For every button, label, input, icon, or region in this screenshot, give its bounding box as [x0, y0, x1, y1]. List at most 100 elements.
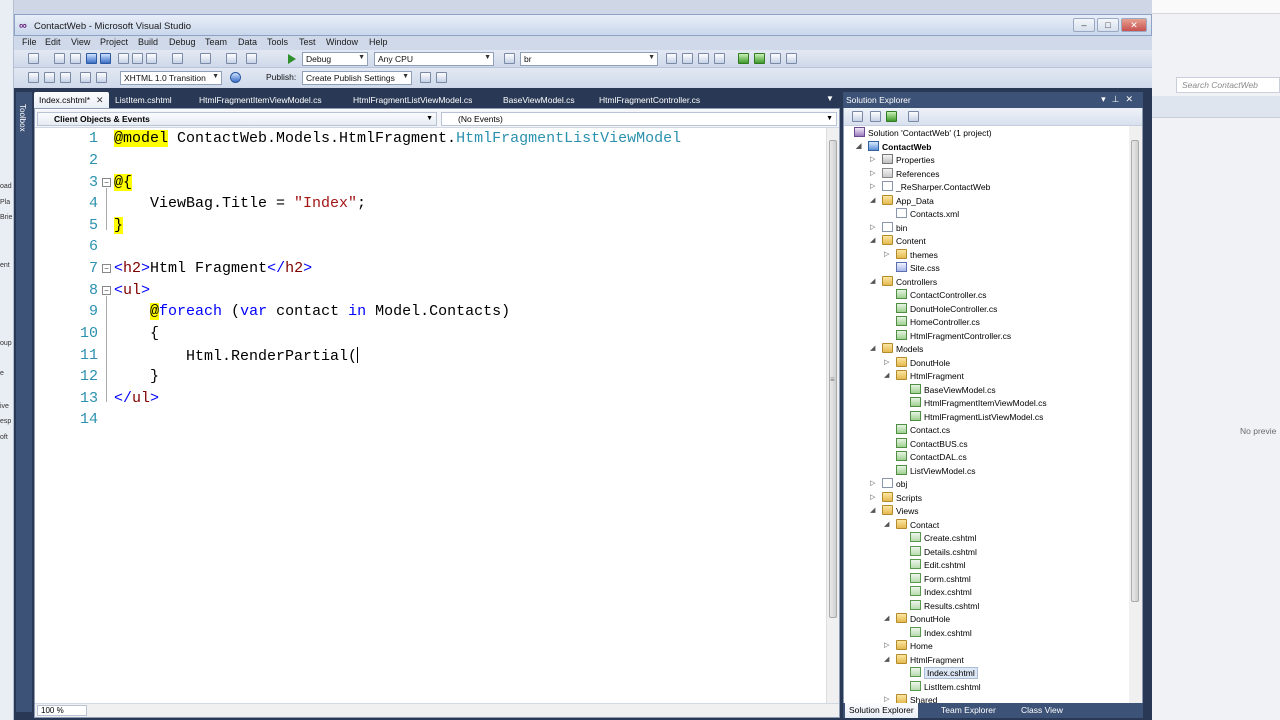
undo-icon[interactable]: [172, 53, 183, 64]
tree-node-file[interactable]: Contact.cs: [896, 424, 950, 437]
tree-node-app-data[interactable]: ◢ App_Data: [870, 195, 934, 208]
publish-web-icon[interactable]: [420, 72, 431, 83]
output-window-icon[interactable]: [786, 53, 797, 64]
menu-build[interactable]: Build: [138, 37, 158, 47]
tree-node-file[interactable]: Edit.cshtml: [910, 559, 966, 572]
redo-icon[interactable]: [200, 53, 211, 64]
menu-team[interactable]: Team: [205, 37, 227, 47]
collapse-arrow-icon[interactable]: ◢: [870, 344, 875, 352]
save-all-icon[interactable]: [100, 53, 111, 64]
tab-htmlfragmentitemviewmodel[interactable]: HtmlFragmentItemViewModel.cs: [194, 92, 327, 108]
menu-project[interactable]: Project: [100, 37, 128, 47]
tree-node-home[interactable]: ▷ Home: [884, 640, 933, 653]
cut-icon[interactable]: [118, 53, 129, 64]
expand-arrow-icon[interactable]: ▷: [870, 155, 875, 163]
client-objects-select[interactable]: Client Objects & Events ▼: [37, 112, 437, 126]
tree-node-donuthole[interactable]: ▷ DonutHole: [884, 357, 950, 370]
target-schema-select[interactable]: XHTML 1.0 Transition ▼: [120, 71, 222, 85]
collapse-arrow-icon[interactable]: ◢: [884, 614, 889, 622]
tree-node-file[interactable]: HtmlFragmentListViewModel.cs: [910, 411, 1043, 424]
uncomment-icon[interactable]: [96, 72, 107, 83]
tab-baseviewmodel[interactable]: BaseViewModel.cs: [498, 92, 580, 108]
solution-platform-select[interactable]: Any CPU ▼: [374, 52, 494, 66]
indent-icon[interactable]: [28, 72, 39, 83]
tree-node-file[interactable]: ListItem.cshtml: [910, 681, 981, 694]
collapse-arrow-icon[interactable]: ◢: [884, 655, 889, 663]
minimize-button[interactable]: –: [1073, 18, 1095, 32]
tab-htmlfragmentlistviewmodel[interactable]: HtmlFragmentListViewModel.cs: [348, 92, 477, 108]
menu-debug[interactable]: Debug: [169, 37, 196, 47]
collapse-region-icon[interactable]: −: [102, 264, 111, 273]
tree-node-file[interactable]: BaseViewModel.cs: [910, 384, 996, 397]
tree-node-content[interactable]: ◢ Content: [870, 235, 926, 248]
collapse-arrow-icon[interactable]: ◢: [870, 506, 875, 514]
tree-node-controllers[interactable]: ◢ Controllers: [870, 276, 937, 289]
check-accessibility-icon[interactable]: [230, 72, 241, 83]
tree-node-file[interactable]: Form.cshtml: [910, 573, 971, 586]
collapse-region-icon[interactable]: −: [102, 178, 111, 187]
collapse-arrow-icon[interactable]: ◢: [884, 371, 889, 379]
tab-index-cshtml[interactable]: Index.cshtml* ✕: [34, 92, 109, 108]
tree-node-file[interactable]: DonutHoleController.cs: [896, 303, 997, 316]
toolbox-icon[interactable]: [714, 53, 725, 64]
outdent-icon[interactable]: [44, 72, 55, 83]
tree-node-file[interactable]: ContactBUS.cs: [896, 438, 968, 451]
expand-arrow-icon[interactable]: ▷: [884, 358, 889, 366]
menu-file[interactable]: File: [22, 37, 37, 47]
menu-help[interactable]: Help: [369, 37, 388, 47]
menu-tools[interactable]: Tools: [267, 37, 288, 47]
close-button[interactable]: ✕: [1121, 18, 1147, 32]
tree-node-contact[interactable]: ◢ Contact: [884, 519, 939, 532]
expand-arrow-icon[interactable]: ▷: [870, 479, 875, 487]
tree-node-themes[interactable]: ▷ themes: [884, 249, 938, 262]
menu-window[interactable]: Window: [326, 37, 358, 47]
comment-icon[interactable]: [80, 72, 91, 83]
properties-icon[interactable]: [852, 111, 863, 122]
solution-explorer-scrollbar[interactable]: [1129, 126, 1142, 703]
tree-node-project[interactable]: ◢ ContactWeb: [856, 141, 931, 154]
tab-class-view[interactable]: Class View: [1017, 703, 1067, 718]
tree-node-shared[interactable]: ▷ Shared: [884, 694, 937, 703]
background-search-input[interactable]: Search ContactWeb: [1176, 77, 1280, 93]
menu-view[interactable]: View: [71, 37, 90, 47]
show-all-files-icon[interactable]: [870, 111, 881, 122]
tree-node-donuthole-views[interactable]: ◢ DonutHole: [884, 613, 950, 626]
tree-node-properties[interactable]: ▷ Properties: [870, 154, 935, 167]
tree-node-obj[interactable]: ▷ obj: [870, 478, 907, 491]
tree-node-file[interactable]: Details.cshtml: [910, 546, 977, 559]
tab-listitem-cshtml[interactable]: ListItem.cshtml: [110, 92, 177, 108]
tree-node-file-selected[interactable]: Index.cshtml: [910, 667, 978, 680]
tab-solution-explorer[interactable]: Solution Explorer: [845, 703, 918, 718]
properties-window-icon[interactable]: [682, 53, 693, 64]
events-select[interactable]: (No Events) ▼: [441, 112, 837, 126]
zoom-select[interactable]: 100 %: [37, 705, 87, 716]
code-text-area[interactable]: [50, 128, 826, 703]
collapse-arrow-icon[interactable]: ◢: [856, 142, 861, 150]
collapse-arrow-icon[interactable]: ◢: [884, 520, 889, 528]
tab-htmlfragmentcontroller[interactable]: HtmlFragmentController.cs: [594, 92, 705, 108]
menu-edit[interactable]: Edit: [45, 37, 61, 47]
tree-node-resharper[interactable]: ▷ _ReSharper.ContactWeb: [870, 181, 990, 194]
panel-controls[interactable]: ▾⊥✕: [1101, 94, 1139, 105]
find-in-files-icon[interactable]: [504, 53, 515, 64]
solution-configuration-select[interactable]: Debug ▼: [302, 52, 368, 66]
tree-node-file[interactable]: HtmlFragmentController.cs: [896, 330, 1011, 343]
object-browser-icon[interactable]: [698, 53, 709, 64]
new-project-icon[interactable]: [28, 53, 39, 64]
paste-icon[interactable]: [146, 53, 157, 64]
collapse-arrow-icon[interactable]: ◢: [870, 277, 875, 285]
tree-node-file[interactable]: Index.cshtml: [910, 586, 972, 599]
tree-node-htmlfragment-views[interactable]: ◢ HtmlFragment: [884, 654, 964, 667]
publish-options-icon[interactable]: [436, 72, 447, 83]
tree-node-views[interactable]: ◢ Views: [870, 505, 919, 518]
add-item-icon[interactable]: [54, 53, 65, 64]
tree-node-file[interactable]: HtmlFragmentItemViewModel.cs: [910, 397, 1047, 410]
navigate-forward-icon[interactable]: [246, 53, 257, 64]
start-debugging-icon[interactable]: [288, 54, 296, 64]
tree-node-file[interactable]: Results.cshtml: [910, 600, 979, 613]
open-file-icon[interactable]: [70, 53, 81, 64]
command-window-icon[interactable]: [770, 53, 781, 64]
maximize-button[interactable]: □: [1097, 18, 1119, 32]
expand-arrow-icon[interactable]: ▷: [870, 182, 875, 190]
menu-test[interactable]: Test: [299, 37, 316, 47]
